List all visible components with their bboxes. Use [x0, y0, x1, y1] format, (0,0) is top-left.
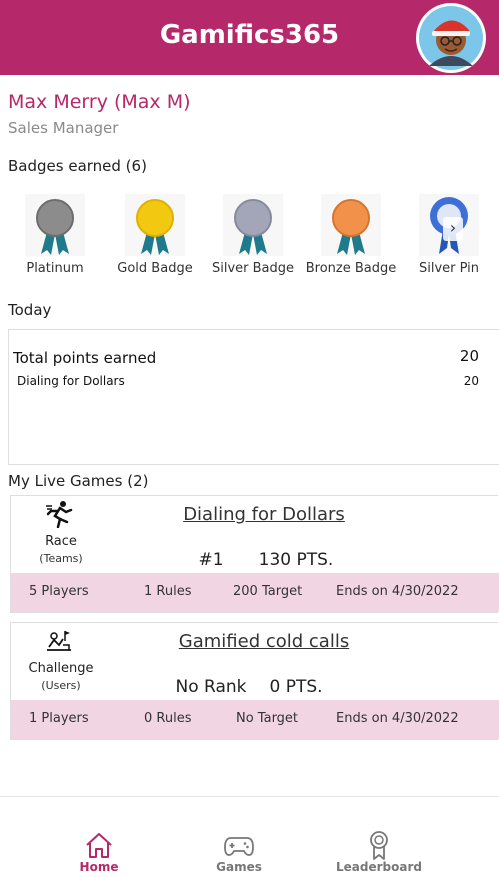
- game-card[interactable]: Challenge (Users) Gamified cold calls No…: [10, 622, 499, 740]
- game-participants: (Teams): [39, 552, 83, 565]
- game-points: 130 PTS.: [258, 550, 334, 570]
- badge-item[interactable]: Silver Badge: [203, 194, 303, 276]
- game-title-link[interactable]: Dialing for Dollars: [119, 504, 409, 525]
- game-players: 1 Players: [29, 711, 89, 726]
- total-points-value: 20: [459, 347, 479, 365]
- nav-label: Leaderboard: [336, 860, 422, 874]
- badge-label: Gold Badge: [117, 261, 193, 276]
- game-rules: 0 Rules: [144, 711, 192, 726]
- game-end-date: Ends on 4/30/2022: [336, 584, 459, 599]
- badge-item[interactable]: Gold Badge: [105, 194, 205, 276]
- badge-item[interactable]: Platinum: [5, 194, 105, 276]
- today-card: Total points earned 20 Dialing for Dolla…: [8, 329, 499, 465]
- game-type: Race: [45, 534, 77, 549]
- badge-item[interactable]: Bronze Badge: [301, 194, 401, 276]
- carousel-next-button[interactable]: ›: [443, 217, 463, 241]
- challenge-icon: [47, 631, 71, 651]
- user-role: Sales Manager: [8, 119, 119, 137]
- user-name: Max Merry (Max M): [8, 91, 191, 113]
- game-rules: 1 Rules: [144, 584, 192, 599]
- game-end-date: Ends on 4/30/2022: [336, 711, 459, 726]
- today-item-label: Dialing for Dollars: [17, 374, 125, 388]
- game-type: Challenge: [28, 661, 94, 676]
- home-icon: [86, 833, 112, 858]
- avatar[interactable]: [416, 3, 486, 73]
- medal-icon: [125, 194, 185, 256]
- badge-label: Platinum: [26, 261, 84, 276]
- gamepad-icon: [224, 837, 254, 856]
- live-games-heading: My Live Games (2): [8, 472, 149, 490]
- game-players: 5 Players: [29, 584, 89, 599]
- game-target: 200 Target: [233, 584, 303, 599]
- medal-icon: [223, 194, 283, 256]
- runner-icon: [46, 501, 73, 528]
- today-item-value: 20: [463, 374, 479, 388]
- game-card[interactable]: Race (Teams) Dialing for Dollars #1 130 …: [10, 495, 499, 613]
- user-avatar-icon: [419, 6, 483, 70]
- game-target: No Target: [236, 711, 299, 726]
- game-footer: 5 Players 1 Rules 200 Target Ends on 4/3…: [11, 573, 499, 612]
- badge-label: Bronze Badge: [305, 261, 397, 276]
- nav-item-games[interactable]: Games: [179, 797, 299, 877]
- nav-item-leaderboard[interactable]: Leaderboard: [319, 797, 439, 877]
- award-icon: [370, 831, 388, 860]
- medal-icon: [321, 194, 381, 256]
- badges-heading: Badges earned (6): [8, 157, 147, 175]
- nav-label: Games: [216, 860, 262, 874]
- game-points: 0 PTS.: [269, 677, 323, 697]
- nav-label: Home: [79, 860, 119, 874]
- total-points-label: Total points earned: [13, 349, 157, 367]
- badge-label: Silver Pin: [418, 261, 480, 276]
- medal-icon: [25, 194, 85, 256]
- bottom-nav: Home Games Leaderboard: [0, 796, 499, 877]
- chevron-right-icon: ›: [449, 218, 457, 237]
- game-footer: 1 Players 0 Rules No Target Ends on 4/30…: [11, 700, 499, 739]
- badges-carousel[interactable]: Platinum Gold Badge Silver Badge Bronze …: [0, 194, 499, 284]
- game-participants: (Users): [41, 679, 81, 692]
- nav-item-home[interactable]: Home: [39, 797, 159, 877]
- game-title-link[interactable]: Gamified cold calls: [119, 631, 409, 652]
- badge-label: Silver Badge: [211, 261, 295, 276]
- today-heading: Today: [8, 301, 52, 319]
- app-header: Gamifics365: [0, 0, 499, 75]
